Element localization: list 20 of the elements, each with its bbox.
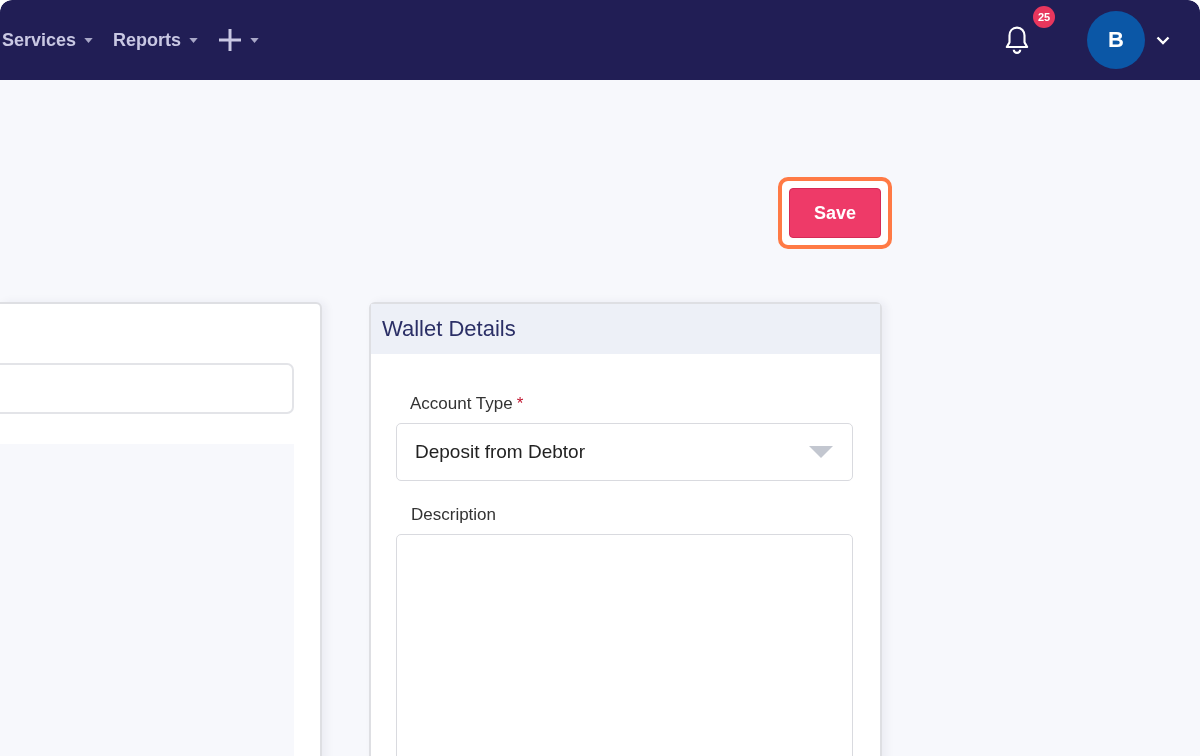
save-button[interactable]: Save: [789, 188, 881, 238]
account-type-dropdown[interactable]: Deposit from Debtor: [396, 423, 853, 481]
bell-icon[interactable]: [1004, 25, 1030, 55]
field-label: Description: [411, 505, 497, 525]
caret-icon: [189, 37, 199, 43]
caret-icon: [809, 446, 833, 458]
plus-icon: [218, 28, 243, 52]
chevron-down-icon[interactable]: [1156, 35, 1170, 45]
card-title: Wallet Details: [382, 316, 516, 342]
notification-count: 25: [1033, 6, 1055, 28]
menu-item[interactable]: Services: [2, 29, 94, 51]
menu-item[interactable]: [218, 28, 260, 52]
caret-icon: [250, 37, 260, 43]
field-label: Account Type: [410, 394, 513, 414]
description-field[interactable]: [396, 534, 853, 756]
user-avatar[interactable]: B: [1087, 11, 1145, 69]
input-field[interactable]: [0, 363, 294, 414]
menu-item[interactable]: Reports: [113, 29, 199, 51]
required-mark: *: [516, 394, 524, 414]
caret-icon: [84, 37, 94, 43]
